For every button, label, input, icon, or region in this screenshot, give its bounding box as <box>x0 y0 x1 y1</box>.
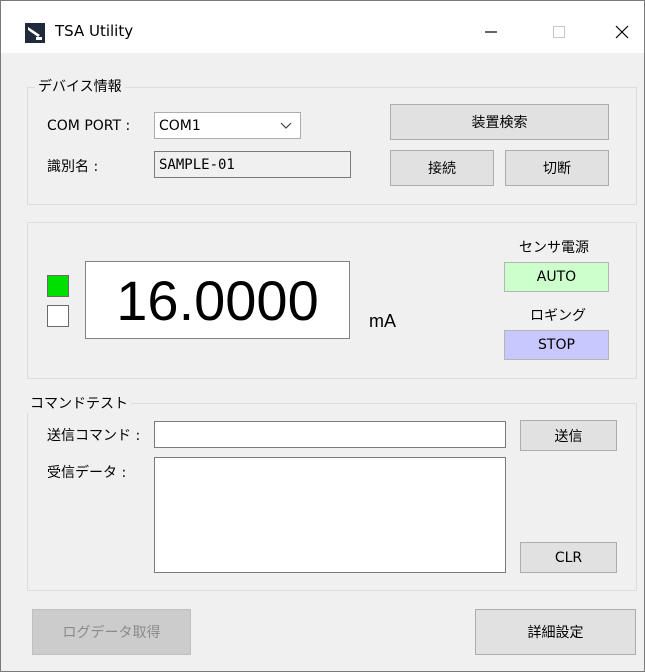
send-command-input[interactable] <box>154 421 506 448</box>
com-port-value: COM1 <box>159 117 201 134</box>
send-command-label: 送信コマンド : <box>47 428 141 444</box>
app-icon <box>25 23 45 43</box>
minimize-button[interactable] <box>468 11 514 53</box>
connect-button[interactable]: 接続 <box>390 150 494 186</box>
sensor-power-status: AUTO <box>504 262 609 292</box>
get-log-data-button[interactable]: ログデータ取得 <box>32 609 191 655</box>
receive-data-textarea[interactable] <box>154 457 506 573</box>
close-icon <box>615 25 629 39</box>
command-test-legend: コマンドテスト <box>27 393 131 413</box>
logging-status: STOP <box>504 330 609 360</box>
close-button[interactable] <box>599 11 645 53</box>
id-field[interactable]: SAMPLE-01 <box>154 151 351 178</box>
chevron-down-icon <box>280 122 292 129</box>
com-port-select[interactable]: COM1 <box>154 112 301 139</box>
unit-label: mA <box>369 311 396 331</box>
measurement-value: 16.0000 <box>85 261 350 339</box>
sensor-power-label: センサ電源 <box>519 240 589 256</box>
app-window: TSA Utility デバイス情報 COM PORT : COM1 識別名 :… <box>0 0 645 672</box>
maximize-button[interactable] <box>536 11 582 53</box>
receive-data-label: 受信データ : <box>47 465 127 481</box>
id-label: 識別名 : <box>47 159 99 175</box>
advanced-settings-button[interactable]: 詳細設定 <box>475 609 636 655</box>
window-title: TSA Utility <box>55 22 134 40</box>
clear-button[interactable]: CLR <box>520 542 617 573</box>
minimize-icon <box>485 31 497 33</box>
device-search-button[interactable]: 装置検索 <box>390 104 609 140</box>
maximize-icon <box>553 26 565 38</box>
status-indicator-on <box>47 275 69 297</box>
send-button[interactable]: 送信 <box>520 420 617 451</box>
status-indicator-off <box>47 305 69 327</box>
logging-label: ロギング <box>530 308 586 324</box>
title-bar: TSA Utility <box>1 1 644 53</box>
disconnect-button[interactable]: 切断 <box>505 150 609 186</box>
com-port-label: COM PORT : <box>47 118 131 134</box>
device-info-legend: デバイス情報 <box>35 76 125 96</box>
